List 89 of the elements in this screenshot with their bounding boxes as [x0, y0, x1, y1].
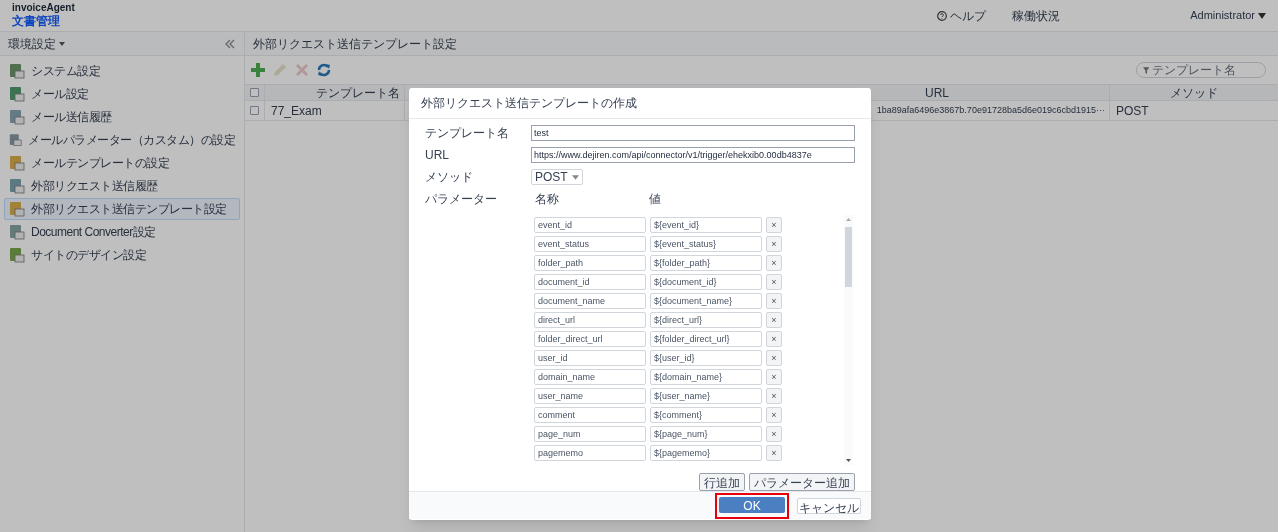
remove-button[interactable]: × — [766, 369, 782, 386]
input-field[interactable]: ${page_num} — [650, 426, 762, 443]
sidebar-item[interactable]: システム設定 — [4, 60, 240, 82]
sidebar-item[interactable]: メール設定 — [4, 83, 240, 105]
input-field[interactable]: user_id — [534, 350, 646, 367]
ok-button[interactable]: OK — [719, 496, 785, 513]
input-field[interactable]: folder_path — [534, 255, 646, 272]
sidebar-item[interactable]: メール送信履歴 — [4, 106, 240, 128]
remove-button[interactable]: × — [766, 388, 782, 405]
sidebar-item[interactable]: メールパラメーター（カスタム）の設定 — [4, 129, 240, 151]
collapse-icon[interactable] — [224, 38, 236, 49]
input-field[interactable]: ${folder_path} — [650, 255, 762, 272]
input-field[interactable]: event_status — [534, 236, 646, 253]
remove-button[interactable]: × — [766, 312, 782, 329]
input-field[interactable]: ${user_id} — [650, 350, 762, 367]
input-field[interactable]: ${pagememo} — [650, 445, 762, 462]
input-field[interactable]: ${event_id} — [650, 217, 762, 234]
field-label: メソッド — [425, 169, 474, 187]
user-menu[interactable]: Administrator — [1190, 7, 1266, 24]
checkbox[interactable] — [250, 106, 259, 115]
column-header: 名称 — [535, 191, 560, 209]
column-header: メソッド — [1170, 84, 1218, 102]
column-header: 値 — [649, 191, 661, 209]
remove-button[interactable]: × — [766, 407, 782, 424]
scrollbar[interactable] — [844, 215, 853, 466]
caret-icon — [571, 174, 579, 180]
add-button[interactable] — [249, 61, 267, 79]
column-header: URL — [925, 84, 949, 102]
page-title: 外部リクエスト送信テンプレート設定 — [253, 35, 457, 53]
input-field[interactable]: event_id — [534, 217, 646, 234]
remove-button[interactable]: × — [766, 331, 782, 348]
input-field[interactable]: domain_name — [534, 369, 646, 386]
input-field[interactable]: user_name — [534, 388, 646, 405]
input-field[interactable]: direct_url — [534, 312, 646, 329]
input-field[interactable]: ${event_status} — [650, 236, 762, 253]
column-header: テンプレート名 — [316, 84, 400, 102]
input-field[interactable]: comment — [534, 407, 646, 424]
sidebar-item[interactable]: 外部リクエスト送信テンプレート設定 — [4, 198, 240, 220]
table-cell-text: POST — [1116, 102, 1149, 120]
status-link[interactable]: 稼働状況 — [1012, 6, 1061, 25]
sidebar-item[interactable]: メールテンプレートの設定 — [4, 152, 240, 174]
sidebar-item[interactable]: Document Converter設定 — [4, 221, 240, 243]
table-cell-text: 77_Exam — [271, 102, 322, 120]
input-field[interactable]: ${comment} — [650, 407, 762, 424]
dialog-title: 外部リクエスト送信テンプレートの作成 — [421, 95, 637, 113]
input-field[interactable]: ${direct_url} — [650, 312, 762, 329]
input-field[interactable]: test — [531, 125, 855, 142]
input-field[interactable]: page_num — [534, 426, 646, 443]
remove-button[interactable]: × — [766, 350, 782, 367]
app-subtitle: 文書管理 — [12, 14, 61, 30]
field-label: テンプレート名 — [425, 125, 510, 143]
input-field[interactable]: folder_direct_url — [534, 331, 646, 348]
input-field[interactable]: https://www.dejiren.com/api/connector/v1/trigger/ehekxib0.00db4837e — [531, 147, 855, 164]
cancel-button[interactable]: キャンセル — [797, 497, 861, 514]
sidebar-item[interactable]: 外部リクエスト送信履歴 — [4, 175, 240, 197]
input-field[interactable]: document_name — [534, 293, 646, 310]
remove-button[interactable]: × — [766, 217, 782, 234]
app-name: invoiceAgent — [12, 1, 75, 15]
refresh-button[interactable] — [315, 61, 333, 79]
filter-icon — [1143, 66, 1150, 74]
help-link[interactable]: ヘルプ — [937, 6, 987, 25]
help-icon — [937, 10, 948, 21]
input-field[interactable]: ${folder_direct_url} — [650, 331, 762, 348]
add-row-button[interactable]: 行追加 — [699, 473, 745, 492]
caret-icon — [59, 41, 65, 46]
input-field[interactable]: pagememo — [534, 445, 646, 462]
sidebar-item[interactable]: サイトのデザイン設定 — [4, 244, 240, 266]
caret-icon — [1258, 12, 1266, 19]
sidebar-menu[interactable]: 環境設定 — [8, 34, 65, 53]
scroll-up-icon[interactable] — [846, 218, 851, 222]
remove-button[interactable]: × — [766, 445, 782, 462]
remove-button[interactable]: × — [766, 274, 782, 291]
input-field[interactable]: ${user_name} — [650, 388, 762, 405]
input-field[interactable]: ${document_name} — [650, 293, 762, 310]
table-cell-text: 1ba89afa6496e3867b.70e91728ba5d6e019c6cbd1915··· — [876, 103, 1105, 117]
checkbox[interactable] — [250, 88, 259, 97]
input-field[interactable]: ${domain_name} — [650, 369, 762, 386]
remove-button[interactable]: × — [766, 426, 782, 443]
method-dropdown[interactable]: POST — [531, 169, 583, 186]
scrollbar-thumb[interactable] — [845, 227, 852, 288]
add-parameter-button[interactable]: パラメーター追加 — [749, 473, 855, 492]
input-field[interactable]: ${document_id} — [650, 274, 762, 291]
remove-button[interactable]: × — [766, 236, 782, 253]
remove-button[interactable]: × — [766, 293, 782, 310]
remove-button[interactable]: × — [766, 255, 782, 272]
input-field[interactable]: document_id — [534, 274, 646, 291]
field-label: パラメーター — [425, 191, 498, 209]
scroll-down-icon[interactable] — [846, 459, 851, 463]
field-label: URL — [425, 147, 450, 165]
